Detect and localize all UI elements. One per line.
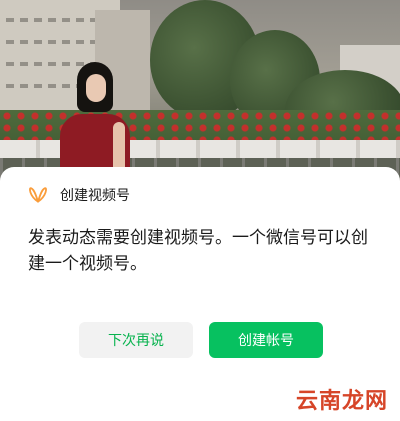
channels-butterfly-icon [29, 187, 47, 203]
watermark-logo: 云南龙网 [295, 389, 388, 414]
dialog-message: 发表动态需要创建视频号。一个微信号可以创建一个视频号。 [28, 228, 368, 274]
create-account-button[interactable]: 创建帐号 [209, 322, 323, 358]
screen: 创建视频号 发表动态需要创建视频号。一个微信号可以创建一个视频号。 下次再说 创… [0, 0, 400, 421]
dialog-title: 创建视频号 [60, 188, 130, 204]
dialog-header: 创建视频号 [28, 185, 130, 205]
later-button[interactable]: 下次再说 [79, 322, 193, 358]
